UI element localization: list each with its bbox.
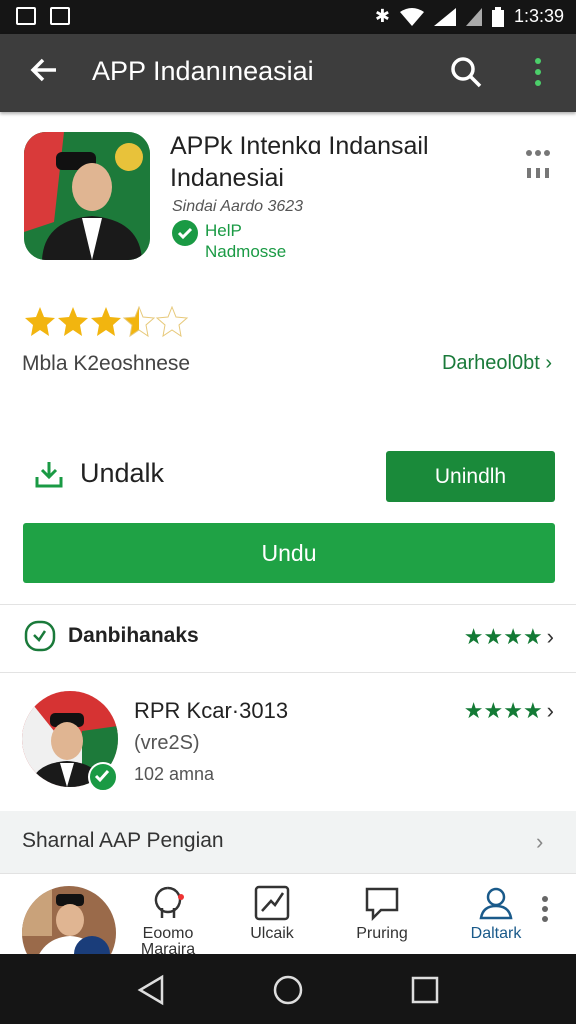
secondary-install-button[interactable]: Unindlh: [386, 451, 555, 502]
review-title: RPR Kcar·3013: [134, 698, 289, 723]
bottom-tab-bar: Eoomo Maraira Ulcaik Pruring Daltark: [0, 873, 576, 980]
section-rating[interactable]: ★★★★ ›: [464, 624, 554, 650]
similar-apps-row[interactable]: Sharnal AAP Pengian ›: [0, 811, 576, 873]
status-time: 1:3:39: [513, 6, 564, 26]
review-rating[interactable]: ★★★★ ›: [464, 698, 554, 724]
similar-apps-title: Sharnal AAP Pengian: [22, 829, 224, 852]
verified-check-icon: [88, 762, 118, 792]
badge-line2: Nadmosse: [205, 242, 287, 261]
chat-icon: [365, 887, 399, 922]
apps-icon: [254, 885, 290, 921]
user-icon: [479, 887, 513, 920]
search-icon[interactable]: [448, 54, 484, 90]
notification-icon: [16, 7, 36, 25]
section-row[interactable]: Danbihanaks: [24, 620, 199, 652]
signal-icon: [433, 7, 456, 26]
app-bar-title: APP Indanıneasiai: [92, 56, 314, 86]
tab-daltark[interactable]: Daltark: [456, 884, 536, 942]
chevron-right-icon: ›: [546, 698, 554, 723]
developer-name[interactable]: Sindai Aardo 3623: [172, 198, 303, 216]
status-bar: ✱ 1:3:39: [0, 0, 576, 34]
app-icon: [24, 132, 150, 260]
section-stars-icon: ★★★★: [463, 624, 543, 649]
chevron-right-icon: ›: [536, 829, 544, 854]
review-size: 102 amna: [134, 764, 215, 784]
download-icon: [35, 461, 63, 487]
tab-eoomo[interactable]: Eoomo Maraira: [128, 884, 208, 958]
back-arrow-icon[interactable]: [26, 52, 62, 88]
star-rating: [24, 306, 190, 338]
nav-home-icon[interactable]: [272, 974, 304, 1006]
badge-text: HelP Nadmosse: [205, 220, 286, 262]
section-title: Danbihanaks: [68, 624, 199, 647]
nav-back-icon[interactable]: [136, 974, 166, 1006]
nav-recents-icon[interactable]: [410, 975, 440, 1005]
tab-label: Daltark: [470, 925, 522, 942]
rating-details-link[interactable]: Darheol0bt ›: [442, 352, 552, 375]
app-bar: APP Indanıneasiai: [0, 34, 576, 112]
game-icon: [154, 886, 184, 918]
section-icon: [24, 620, 56, 652]
divider: [0, 604, 576, 605]
tab-more-icon[interactable]: [538, 894, 552, 924]
signal-icon-2: [465, 7, 482, 26]
chevron-right-icon: ›: [546, 624, 554, 649]
more-options-icon[interactable]: [524, 148, 552, 182]
stars-icon: [25, 306, 188, 337]
badge-line1: HelP: [205, 221, 242, 240]
tab-label: Pruring: [356, 925, 408, 942]
battery-icon: [491, 6, 504, 27]
image-notification-icon: [50, 7, 70, 25]
tab-pruring[interactable]: Pruring: [342, 884, 422, 942]
review-stars-icon: ★★★★: [463, 698, 543, 723]
install-button[interactable]: Undu: [23, 523, 555, 583]
install-label: Undalk: [80, 458, 165, 488]
overflow-menu-icon[interactable]: [528, 54, 548, 90]
bluetooth-icon: ✱: [374, 6, 390, 26]
navigation-bar: [0, 954, 576, 1024]
wifi-icon: [399, 7, 424, 26]
review-subtitle: (vre2S): [134, 732, 200, 754]
tab-label: Ulcaik: [250, 925, 294, 942]
tab-ulcaik[interactable]: Ulcaik: [232, 884, 312, 942]
app-title: APPk Intenkɑ Indansail Indanesiai: [170, 132, 429, 192]
verified-badge-icon: [172, 220, 198, 246]
rating-text: Mbla K2eoshnese: [22, 352, 191, 375]
divider-2: [0, 672, 576, 673]
install-row[interactable]: Undalk: [34, 458, 164, 489]
